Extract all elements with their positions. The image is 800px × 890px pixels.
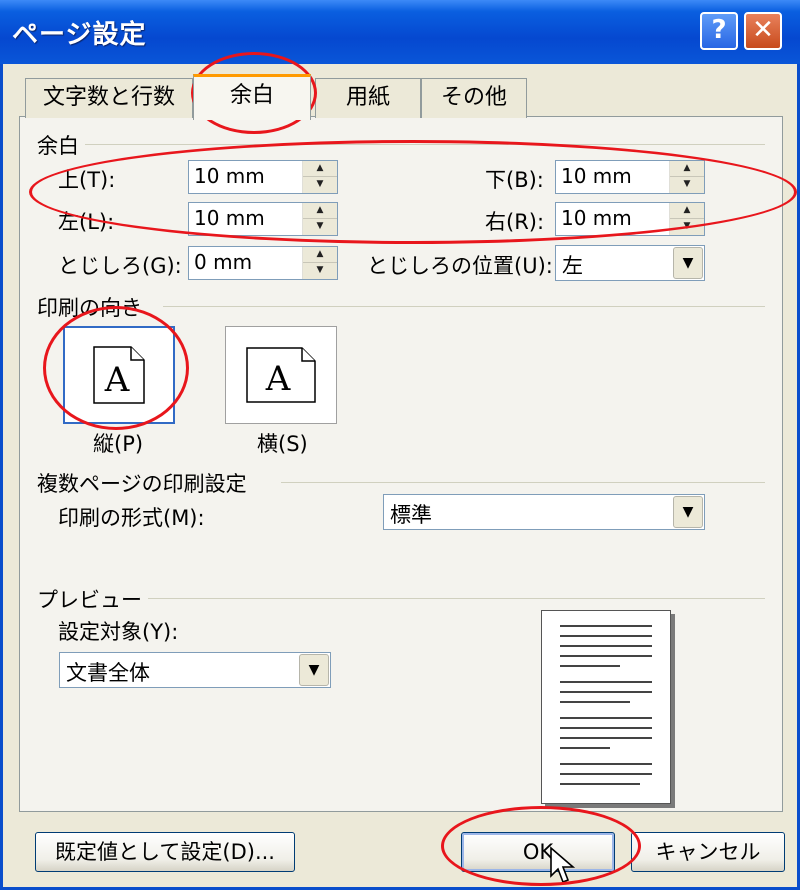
bottom-margin-spinner[interactable]: 10 mm ▲ ▼ [555,160,705,194]
chevron-down-icon[interactable]: ▼ [673,496,703,528]
print-format-label: 印刷の形式(M): [58,506,205,530]
apply-to-value: 文書全体 [66,661,150,685]
svg-text:A: A [104,360,130,400]
landscape-page-icon: A [246,347,316,403]
preview-line [560,727,652,729]
gutter-position-value: 左 [562,254,583,278]
page-setup-dialog: ページ設定 ? ✕ 文字数と行数 余白 用紙 その他 余白 上(T): 10 m… [0,0,800,890]
spin-up-icon[interactable]: ▲ [303,247,337,263]
spin-up-icon[interactable]: ▲ [303,161,337,177]
tab-margins[interactable]: 余白 [193,74,311,120]
right-margin-spinner[interactable]: 10 mm ▲ ▼ [555,202,705,236]
right-margin-label: 右(R): [485,210,545,234]
print-format-select[interactable]: 標準 ▼ [383,494,705,530]
top-margin-value[interactable]: 10 mm [194,164,265,188]
bottom-margin-label: 下(B): [485,168,544,192]
right-margin-value[interactable]: 10 mm [561,206,632,230]
top-margin-spinner[interactable]: 10 mm ▲ ▼ [188,160,338,194]
preview-line [560,625,652,627]
bottom-margin-value[interactable]: 10 mm [561,164,632,188]
preview-line [560,783,640,785]
preview-line [560,773,652,775]
print-format-value: 標準 [390,503,432,527]
tab-other[interactable]: その他 [421,78,527,118]
preview-line [560,681,652,683]
spin-up-icon[interactable]: ▲ [670,203,704,219]
preview-line [560,737,652,739]
svg-text:A: A [265,359,291,399]
landscape-label: 横(S) [257,432,308,456]
preview-line [560,665,620,667]
close-button[interactable]: ✕ [744,12,782,50]
landscape-option[interactable]: A [225,326,337,424]
gutter-spinner[interactable]: 0 mm ▲ ▼ [188,246,338,280]
preview-line [560,717,652,719]
apply-to-select[interactable]: 文書全体 ▼ [59,652,331,688]
multipage-group-label: 複数ページの印刷設定 [37,468,253,498]
margins-group-label: 余白 [37,130,85,160]
portrait-page-icon: A [93,346,145,404]
cancel-button[interactable]: キャンセル [631,832,785,872]
apply-to-label: 設定対象(Y): [58,620,179,644]
preview-page [541,610,671,804]
mouse-pointer-icon [550,846,576,884]
spin-down-icon[interactable]: ▼ [303,177,337,193]
preview-group-label: プレビュー [37,584,148,614]
spin-down-icon[interactable]: ▼ [303,263,337,279]
preview-line [560,701,630,703]
left-margin-value[interactable]: 10 mm [194,206,265,230]
spin-up-icon[interactable]: ▲ [303,203,337,219]
tab-characters-lines[interactable]: 文字数と行数 [25,78,193,118]
preview-line [560,655,652,657]
preview-group-rule [145,598,765,599]
multipage-group-rule [281,482,765,483]
preview-line [560,635,652,637]
portrait-label: 縦(P) [93,432,144,456]
orientation-group-label: 印刷の向き [37,292,148,322]
gutter-position-select[interactable]: 左 ▼ [555,245,705,281]
gutter-position-label: とじしろの位置(U): [367,254,553,278]
portrait-option[interactable]: A [63,326,175,424]
gutter-value[interactable]: 0 mm [194,250,252,274]
chevron-down-icon[interactable]: ▼ [299,654,329,686]
spin-down-icon[interactable]: ▼ [670,219,704,235]
preview-line [560,763,652,765]
margins-group-rule [79,144,765,145]
chevron-down-icon[interactable]: ▼ [673,247,703,279]
preview-line [560,645,652,647]
orientation-group-rule [163,306,765,307]
title-bar[interactable]: ページ設定 ? ✕ [0,0,800,64]
left-margin-label: 左(L): [58,210,115,234]
tab-paper[interactable]: 用紙 [315,78,421,118]
gutter-label: とじしろ(G): [58,254,182,278]
spin-down-icon[interactable]: ▼ [670,177,704,193]
left-margin-spinner[interactable]: 10 mm ▲ ▼ [188,202,338,236]
top-margin-label: 上(T): [58,168,116,192]
window-title: ページ設定 [12,20,147,50]
ok-button[interactable]: OK [461,832,615,872]
set-as-default-button[interactable]: 既定値として設定(D)... [35,832,295,872]
spin-down-icon[interactable]: ▼ [303,219,337,235]
preview-line [560,747,610,749]
help-button[interactable]: ? [700,12,738,50]
spin-up-icon[interactable]: ▲ [670,161,704,177]
preview-line [560,691,652,693]
